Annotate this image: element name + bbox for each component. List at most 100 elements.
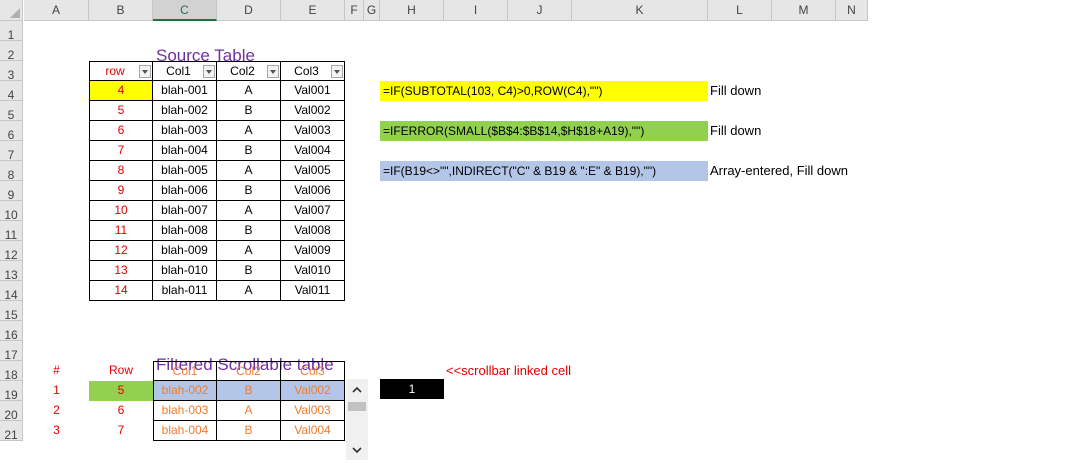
- source-cell-col3[interactable]: Val007: [281, 201, 345, 221]
- row-header-12[interactable]: 12: [0, 241, 23, 262]
- filtered-cell-n[interactable]: 1: [24, 381, 89, 401]
- source-cell-col3[interactable]: Val011: [281, 281, 345, 301]
- row-header-13[interactable]: 13: [0, 261, 23, 282]
- source-cell-col1[interactable]: blah-002: [153, 101, 217, 121]
- source-header-col1[interactable]: Col1: [153, 61, 217, 81]
- source-cell-col1[interactable]: blah-010: [153, 261, 217, 281]
- filtered-cell-col2[interactable]: B: [217, 381, 281, 401]
- source-cell-row[interactable]: 10: [89, 201, 153, 221]
- row-header-1[interactable]: 1: [0, 21, 23, 42]
- filtered-cell-col2[interactable]: B: [217, 421, 281, 441]
- source-cell-row[interactable]: 4: [89, 81, 153, 101]
- formula-cell[interactable]: =IF(B19<>"",INDIRECT("C" & B19 & ":E" & …: [380, 161, 708, 181]
- source-cell-col3[interactable]: Val004: [281, 141, 345, 161]
- row-header-5[interactable]: 5: [0, 101, 23, 122]
- source-header-row[interactable]: row: [89, 61, 153, 81]
- column-header-a[interactable]: A: [24, 0, 89, 21]
- source-cell-col3[interactable]: Val006: [281, 181, 345, 201]
- filtered-cell-col3[interactable]: Val002: [281, 381, 345, 401]
- filter-dropdown-icon[interactable]: [331, 65, 343, 78]
- select-all-corner[interactable]: [0, 0, 23, 21]
- row-header-16[interactable]: 16: [0, 321, 23, 342]
- source-cell-col2[interactable]: B: [217, 261, 281, 281]
- filtered-cell-n[interactable]: 2: [24, 401, 89, 421]
- filtered-cell-col2[interactable]: A: [217, 401, 281, 421]
- source-cell-col1[interactable]: blah-001: [153, 81, 217, 101]
- source-cell-row[interactable]: 12: [89, 241, 153, 261]
- source-cell-col2[interactable]: B: [217, 101, 281, 121]
- source-cell-col2[interactable]: A: [217, 81, 281, 101]
- source-cell-col2[interactable]: A: [217, 201, 281, 221]
- source-cell-col3[interactable]: Val010: [281, 261, 345, 281]
- filtered-cell-row[interactable]: 6: [89, 401, 153, 421]
- source-cell-col3[interactable]: Val009: [281, 241, 345, 261]
- source-cell-col2[interactable]: B: [217, 181, 281, 201]
- source-cell-col1[interactable]: blah-011: [153, 281, 217, 301]
- column-header-k[interactable]: K: [572, 0, 708, 21]
- column-header-f[interactable]: F: [345, 0, 364, 21]
- column-header-g[interactable]: G: [364, 0, 380, 21]
- row-header-11[interactable]: 11: [0, 221, 23, 242]
- source-cell-row[interactable]: 14: [89, 281, 153, 301]
- source-cell-col3[interactable]: Val002: [281, 101, 345, 121]
- row-header-19[interactable]: 19: [0, 381, 23, 402]
- formula-cell[interactable]: =IF(SUBTOTAL(103, C4)>0,ROW(C4),""): [380, 81, 708, 101]
- filter-dropdown-icon[interactable]: [139, 65, 151, 78]
- column-header-d[interactable]: D: [217, 0, 281, 21]
- row-header-14[interactable]: 14: [0, 281, 23, 302]
- source-cell-row[interactable]: 11: [89, 221, 153, 241]
- row-header-15[interactable]: 15: [0, 301, 23, 322]
- row-header-6[interactable]: 6: [0, 121, 23, 142]
- filtered-cell-col3[interactable]: Val003: [281, 401, 345, 421]
- filtered-cell-col1[interactable]: blah-003: [153, 401, 217, 421]
- row-header-20[interactable]: 20: [0, 401, 23, 422]
- source-cell-col1[interactable]: blah-007: [153, 201, 217, 221]
- source-cell-row[interactable]: 9: [89, 181, 153, 201]
- column-header-i[interactable]: I: [444, 0, 508, 21]
- filtered-cell-col1[interactable]: blah-002: [153, 381, 217, 401]
- filtered-cell-n[interactable]: 3: [24, 421, 89, 441]
- source-cell-col2[interactable]: A: [217, 281, 281, 301]
- filter-dropdown-icon[interactable]: [267, 65, 279, 78]
- row-header-4[interactable]: 4: [0, 81, 23, 102]
- row-header-2[interactable]: 2: [0, 41, 23, 62]
- scrollbar[interactable]: [346, 379, 368, 460]
- source-cell-col2[interactable]: A: [217, 121, 281, 141]
- source-cell-col2[interactable]: B: [217, 141, 281, 161]
- row-header-3[interactable]: 3: [0, 61, 23, 82]
- column-header-c[interactable]: C: [153, 0, 217, 21]
- source-cell-row[interactable]: 7: [89, 141, 153, 161]
- filtered-cell-row[interactable]: 7: [89, 421, 153, 441]
- source-cell-row[interactable]: 6: [89, 121, 153, 141]
- source-cell-col2[interactable]: A: [217, 241, 281, 261]
- source-cell-col3[interactable]: Val005: [281, 161, 345, 181]
- filtered-cell-col1[interactable]: blah-004: [153, 421, 217, 441]
- column-header-h[interactable]: H: [380, 0, 444, 21]
- row-header-21[interactable]: 21: [0, 421, 23, 442]
- row-header-10[interactable]: 10: [0, 201, 23, 222]
- source-cell-col1[interactable]: blah-005: [153, 161, 217, 181]
- row-header-17[interactable]: 17: [0, 341, 23, 362]
- source-cell-col1[interactable]: blah-003: [153, 121, 217, 141]
- column-header-m[interactable]: M: [772, 0, 836, 21]
- source-header-col3[interactable]: Col3: [281, 61, 345, 81]
- source-cell-col1[interactable]: blah-004: [153, 141, 217, 161]
- column-header-l[interactable]: L: [708, 0, 772, 21]
- column-header-j[interactable]: J: [508, 0, 572, 21]
- source-cell-row[interactable]: 8: [89, 161, 153, 181]
- formula-cell[interactable]: =IFERROR(SMALL($B$4:$B$14,$H$18+A19),""): [380, 121, 708, 141]
- column-header-e[interactable]: E: [281, 0, 345, 21]
- row-header-7[interactable]: 7: [0, 141, 23, 162]
- filter-dropdown-icon[interactable]: [203, 65, 215, 78]
- row-header-18[interactable]: 18: [0, 361, 23, 382]
- chevron-up-icon[interactable]: [346, 379, 368, 399]
- scrollbar-thumb[interactable]: [348, 402, 366, 411]
- source-cell-row[interactable]: 13: [89, 261, 153, 281]
- source-cell-col2[interactable]: B: [217, 221, 281, 241]
- column-header-b[interactable]: B: [89, 0, 153, 21]
- source-cell-row[interactable]: 5: [89, 101, 153, 121]
- filtered-cell-row[interactable]: 5: [89, 381, 153, 401]
- column-header-n[interactable]: N: [836, 0, 868, 21]
- source-cell-col1[interactable]: blah-006: [153, 181, 217, 201]
- source-cell-col3[interactable]: Val003: [281, 121, 345, 141]
